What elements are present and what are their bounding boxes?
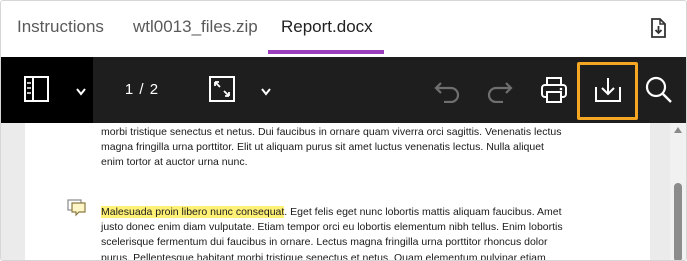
text-line: justo donec enim diam vulputate. Etiam t… <box>101 221 563 234</box>
document-viewer: Instructions wtl0013_files.zip Report.do… <box>0 0 687 261</box>
tab-report-docx[interactable]: Report.docx <box>281 17 373 37</box>
vertical-scrollbar[interactable] <box>670 123 686 260</box>
active-tab-indicator <box>268 50 384 54</box>
download-icon[interactable] <box>593 75 623 105</box>
page-indicator: 1 / 2 <box>124 81 160 98</box>
text-line: morbi tristique senectus et netus. Dui f… <box>101 126 562 138</box>
viewer-toolbar: 1 / 2 <box>1 57 686 123</box>
sidebar-toggle-area <box>1 57 93 123</box>
redo-icon[interactable] <box>485 77 515 104</box>
tab-wtl0013-files-zip[interactable]: wtl0013_files.zip <box>133 17 258 37</box>
search-icon[interactable] <box>644 75 674 105</box>
document-area[interactable]: morbi tristique senectus et netus. Dui f… <box>1 123 686 261</box>
text-line: magna fringilla urna porttitor. Elit ut … <box>101 141 544 154</box>
chevron-down-icon[interactable] <box>75 84 87 96</box>
printer-icon[interactable] <box>539 75 569 105</box>
scrollbar-thumb[interactable] <box>674 183 682 260</box>
text-line: purus. Pellentesque habitant morbi trist… <box>101 251 546 261</box>
text-line: enim tortor at auctor urna nunc. <box>101 156 248 169</box>
text-fragment: . Eget felis eget nunc lobortis mattis a… <box>284 206 562 218</box>
scroll-up-arrow[interactable] <box>674 127 682 133</box>
tab-instructions[interactable]: Instructions <box>17 17 104 37</box>
comment-icon[interactable] <box>67 199 87 217</box>
sidebar-panel-icon[interactable] <box>23 75 51 103</box>
undo-icon[interactable] <box>432 77 462 104</box>
text-line: scelerisque fermentum dui faucibus in or… <box>101 236 548 249</box>
highlighted-text[interactable]: Malesuada proin libero nunc consequat <box>101 206 285 218</box>
document-page: morbi tristique senectus et netus. Dui f… <box>25 123 650 261</box>
fit-dropdown-chevron-icon[interactable] <box>260 84 272 96</box>
expand-icon[interactable] <box>208 75 236 103</box>
tab-bar: Instructions wtl0013_files.zip Report.do… <box>1 1 686 57</box>
text-line: Malesuada proin libero nunc consequat. E… <box>101 205 579 220</box>
download-icon[interactable] <box>647 17 669 39</box>
paragraph-1: morbi tristique senectus et netus. Dui f… <box>101 125 579 171</box>
paragraph-2: Malesuada proin libero nunc consequat. E… <box>101 205 579 261</box>
